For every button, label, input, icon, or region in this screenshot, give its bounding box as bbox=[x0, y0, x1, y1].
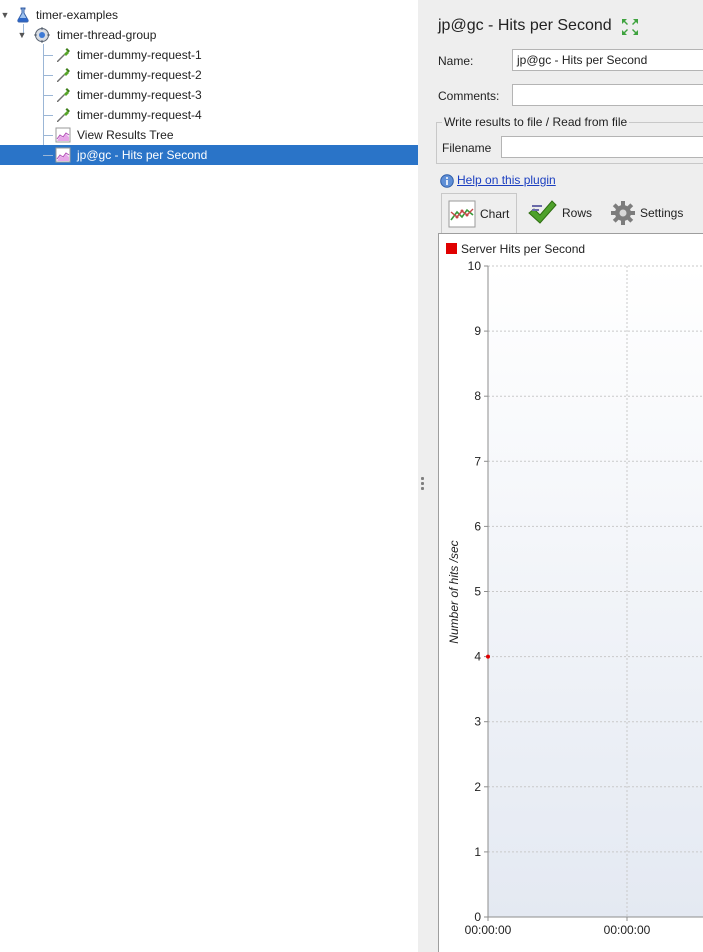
tree-item-sampler[interactable]: timer-dummy-request-2 bbox=[0, 65, 418, 85]
tree-item-label: timer-dummy-request-3 bbox=[77, 88, 202, 102]
tree-item-label: timer-dummy-request-1 bbox=[77, 48, 202, 62]
y-axis-title: Number of hits /sec bbox=[447, 540, 461, 643]
tab-rows-label: Rows bbox=[562, 206, 593, 220]
y-tick-label: 3 bbox=[474, 715, 481, 729]
splitter-grip-dot bbox=[421, 477, 424, 480]
element-config-panel: jp@gc - Hits per Second Name: jp@gc - Hi… bbox=[427, 0, 703, 952]
tab-chart-label: Chart bbox=[480, 206, 510, 221]
y-tick-label: 1 bbox=[474, 845, 481, 859]
test-plan-tree[interactable]: ▼ timer-examples ▼ timer-thread-group ti… bbox=[0, 0, 419, 952]
comments-field[interactable] bbox=[512, 84, 703, 106]
checkmark-icon bbox=[526, 197, 558, 229]
tree-item-label: jp@gc - Hits per Second bbox=[77, 148, 208, 162]
tab-rows[interactable]: Rows bbox=[524, 193, 604, 233]
splitter-grip-dot bbox=[421, 482, 424, 485]
pane-splitter[interactable] bbox=[418, 0, 427, 952]
name-label: Name: bbox=[438, 54, 474, 68]
y-tick-label: 5 bbox=[474, 585, 481, 599]
tree-connector bbox=[43, 115, 53, 116]
tree-item-label: View Results Tree bbox=[77, 128, 174, 142]
y-tick-label: 8 bbox=[474, 389, 481, 403]
comments-label: Comments: bbox=[438, 89, 500, 103]
tree-item-label: timer-dummy-request-4 bbox=[77, 108, 202, 122]
series-data-point bbox=[486, 654, 490, 659]
tree-item-listener-selected[interactable]: jp@gc - Hits per Second bbox=[0, 145, 418, 165]
y-tick-label: 4 bbox=[474, 650, 481, 664]
file-group: Write results to file / Read from file F… bbox=[436, 115, 703, 164]
tree-connector bbox=[43, 75, 53, 76]
tree-item-label: timer-examples bbox=[36, 8, 119, 22]
tree-item-sampler[interactable]: timer-dummy-request-4 bbox=[0, 105, 418, 125]
help-link[interactable]: Help on this plugin bbox=[457, 173, 556, 187]
expand-arrows-icon[interactable] bbox=[621, 18, 639, 36]
y-tick-label: 10 bbox=[468, 259, 482, 273]
gear-icon bbox=[610, 200, 636, 226]
sampler-pipette-icon bbox=[55, 87, 71, 103]
tree-connector bbox=[43, 155, 53, 156]
y-tick-label: 6 bbox=[474, 519, 481, 533]
tab-chart[interactable]: Chart bbox=[441, 193, 517, 233]
hits-per-second-chart: 0 1 2 3 4 5 6 7 8 9 10 00:00:00 00:00:00 Server Hit… bbox=[438, 233, 703, 952]
tree-item-thread-group[interactable]: ▼ timer-thread-group bbox=[0, 25, 418, 45]
chart-canvas: 0 1 2 3 4 5 6 7 8 9 10 00:00:00 00:00:00 Server Hit… bbox=[446, 242, 703, 937]
y-tick-label: 0 bbox=[474, 910, 481, 924]
tree-item-label: timer-dummy-request-2 bbox=[77, 68, 202, 82]
thread-group-gear-icon bbox=[34, 27, 50, 43]
y-tick-label: 9 bbox=[474, 324, 481, 338]
collapse-triangle-icon[interactable]: ▼ bbox=[0, 10, 10, 20]
tree-item-test-plan[interactable]: ▼ timer-examples bbox=[0, 5, 418, 25]
chart-line-icon bbox=[448, 200, 476, 228]
tree-connector bbox=[43, 55, 53, 56]
tree-item-listener[interactable]: View Results Tree bbox=[0, 125, 418, 145]
test-plan-flask-icon bbox=[15, 7, 31, 23]
name-field[interactable]: jp@gc - Hits per Second bbox=[512, 49, 703, 71]
legend-swatch bbox=[446, 243, 457, 254]
filename-label: Filename bbox=[442, 141, 492, 155]
collapse-triangle-icon[interactable]: ▼ bbox=[17, 30, 27, 40]
tab-settings-label: Settings bbox=[640, 206, 684, 220]
sampler-pipette-icon bbox=[55, 47, 71, 63]
listener-chart-icon bbox=[55, 127, 71, 143]
file-group-legend: Write results to file / Read from file bbox=[442, 115, 630, 129]
tree-item-sampler[interactable]: timer-dummy-request-3 bbox=[0, 85, 418, 105]
tree-item-label: timer-thread-group bbox=[57, 28, 157, 42]
legend-label: Server Hits per Second bbox=[461, 242, 585, 256]
x-tick-label: 00:00:00 bbox=[465, 923, 512, 937]
filename-field[interactable] bbox=[501, 136, 703, 158]
tree-connector bbox=[43, 95, 53, 96]
y-tick-label: 7 bbox=[474, 454, 481, 468]
sampler-pipette-icon bbox=[55, 107, 71, 123]
tab-settings[interactable]: Settings bbox=[610, 193, 703, 233]
splitter-grip-dot bbox=[421, 487, 424, 490]
sampler-pipette-icon bbox=[55, 67, 71, 83]
y-tick-label: 2 bbox=[474, 780, 481, 794]
tree-item-sampler[interactable]: timer-dummy-request-1 bbox=[0, 45, 418, 65]
panel-title: jp@gc - Hits per Second bbox=[438, 17, 612, 34]
tree-connector bbox=[43, 135, 53, 136]
x-tick-label: 00:00:00 bbox=[604, 923, 651, 937]
listener-chart-icon bbox=[55, 147, 71, 163]
info-icon bbox=[440, 174, 454, 188]
